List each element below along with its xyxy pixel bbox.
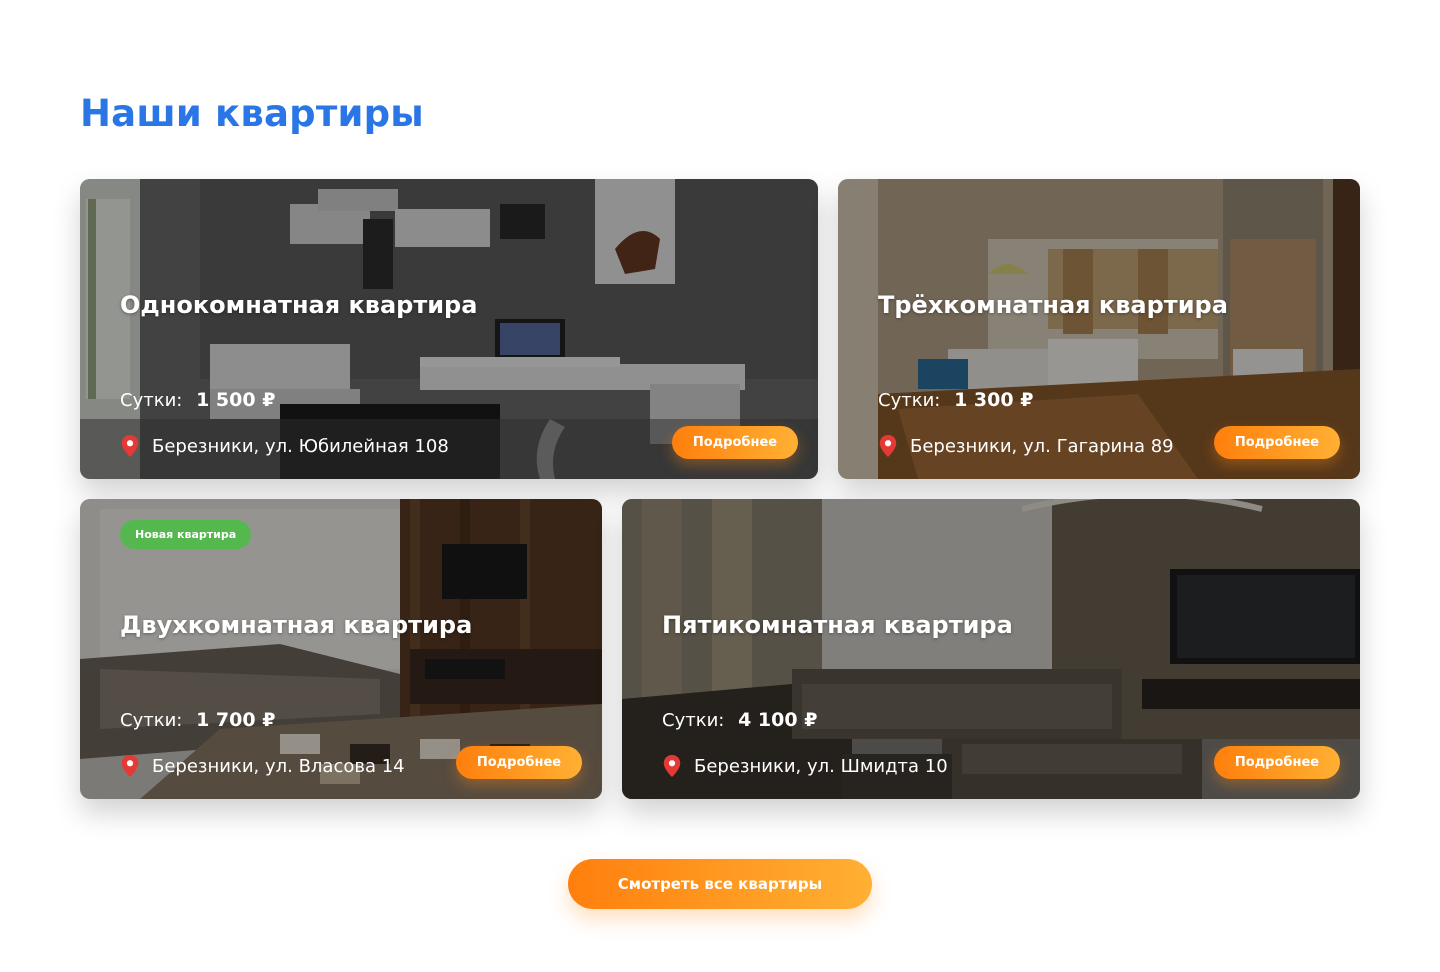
details-button[interactable]: Подробнее [1214,746,1340,779]
address-row: Березники, ул. Юбилейная 108 [120,435,449,457]
apartment-card-4[interactable]: Пятикомнатная квартира Сутки: 4 100 ₽ Бе… [622,499,1360,799]
apartment-title: Трёхкомнатная квартира [878,291,1228,319]
apartment-title: Однокомнатная квартира [120,291,478,319]
price-value: 1 300 ₽ [954,389,1034,411]
price-row: Сутки: 1 300 ₽ [878,389,1033,411]
address-text: Березники, ул. Шмидта 10 [694,755,948,777]
apartment-title: Пятикомнатная квартира [662,611,1013,639]
new-apartment-badge: Новая квартира [120,520,252,549]
price-value: 1 500 ₽ [196,389,276,411]
map-pin-icon [121,755,139,777]
section-title: Наши квартиры [80,92,424,135]
price-label: Сутки: [878,390,941,411]
address-row: Березники, ул. Шмидта 10 [662,755,948,777]
price-label: Сутки: [120,710,183,731]
details-button[interactable]: Подробнее [1214,426,1340,459]
price-label: Сутки: [662,710,725,731]
price-row: Сутки: 1 700 ₽ [120,709,275,731]
address-text: Березники, ул. Власова 14 [152,755,405,777]
map-pin-icon [663,755,681,777]
view-all-apartments-button[interactable]: Смотреть все квартиры [568,859,872,909]
details-button[interactable]: Подробнее [456,746,582,779]
price-value: 1 700 ₽ [196,709,276,731]
price-label: Сутки: [120,390,183,411]
address-text: Березники, ул. Юбилейная 108 [152,435,449,457]
apartment-title: Двухкомнатная квартира [120,611,473,639]
address-row: Березники, ул. Власова 14 [120,755,405,777]
apartment-card-2[interactable]: Трёхкомнатная квартира Сутки: 1 300 ₽ Бе… [838,179,1360,479]
address-text: Березники, ул. Гагарина 89 [910,435,1174,457]
details-button[interactable]: Подробнее [672,426,798,459]
address-row: Березники, ул. Гагарина 89 [878,435,1174,457]
price-row: Сутки: 4 100 ₽ [662,709,817,731]
apartments-section: Наши квартиры Однокомнатная квартира Сут… [0,0,1440,972]
price-row: Сутки: 1 500 ₽ [120,389,275,411]
map-pin-icon [879,435,897,457]
map-pin-icon [121,435,139,457]
apartment-card-1[interactable]: Однокомнатная квартира Сутки: 1 500 ₽ Бе… [80,179,818,479]
price-value: 4 100 ₽ [738,709,818,731]
apartment-card-3[interactable]: Новая квартира Двухкомнатная квартира Су… [80,499,602,799]
